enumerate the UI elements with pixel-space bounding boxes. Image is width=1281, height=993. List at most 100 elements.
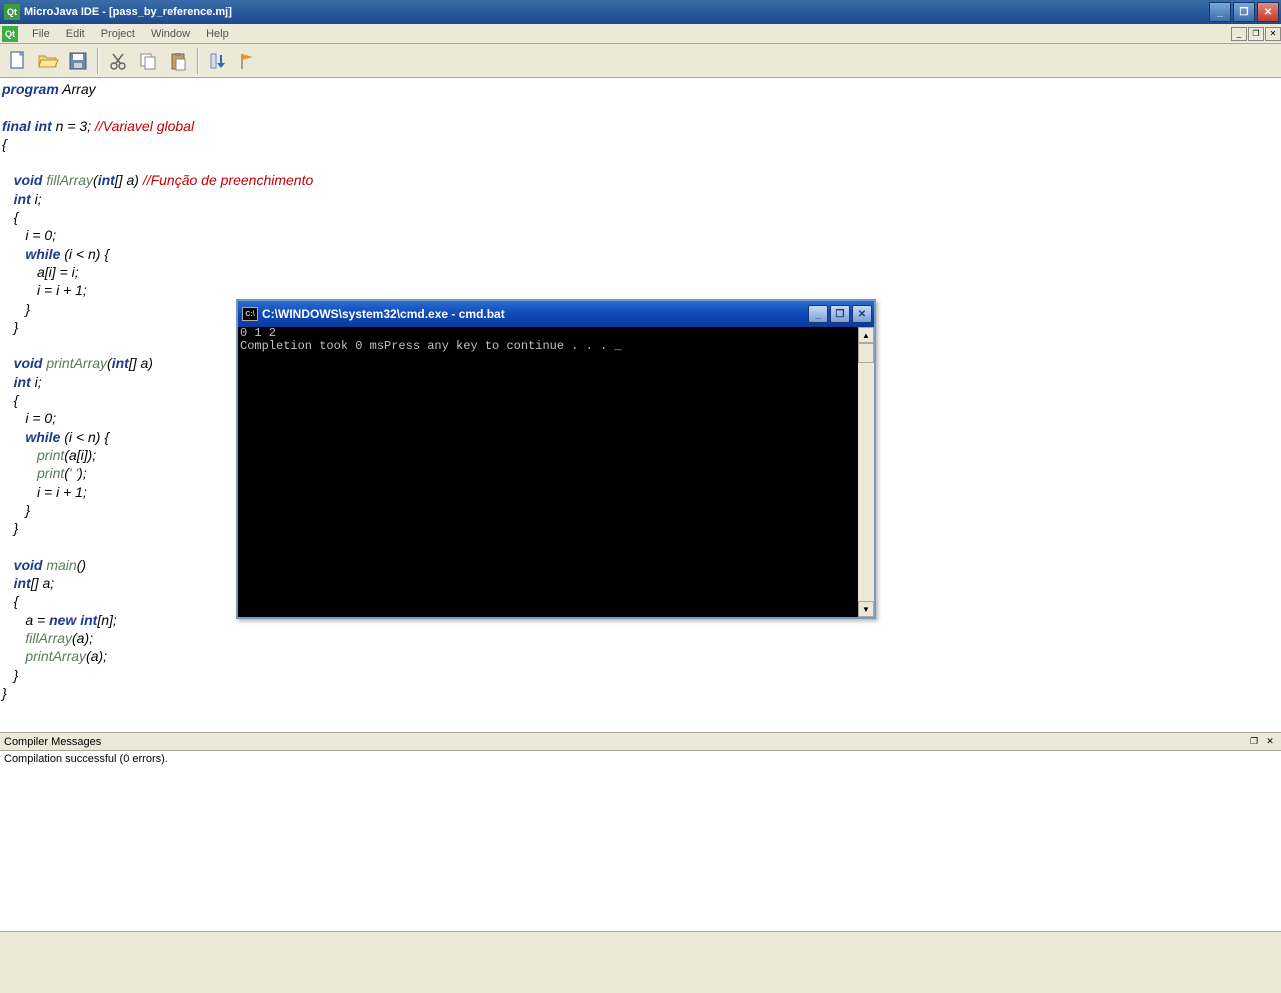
compiler-panel-restore-button[interactable]: ❐ [1247,735,1261,749]
code-text [2,630,25,646]
console-line: Completion took 0 msPress any key to con… [240,339,622,353]
code-text: i = i + 1; [2,282,87,298]
console-titlebar[interactable]: C:\ C:\WINDOWS\system32\cmd.exe - cmd.ba… [238,301,874,327]
close-button[interactable]: ✕ [1257,2,1279,22]
code-keyword: int [14,575,31,591]
code-keyword: while [25,429,60,445]
code-function: print [37,465,64,481]
minimize-button[interactable]: _ [1209,2,1231,22]
code-text [2,355,14,371]
code-text: a = [2,612,49,628]
code-string: ' ' [69,465,78,481]
toolbar [0,44,1281,78]
menubar: Qt File Edit Project Window Help _ ❐ ✕ [0,24,1281,44]
code-text: { [2,593,18,609]
code-text [2,374,14,390]
code-text: (a); [72,630,93,646]
menu-project[interactable]: Project [93,26,143,42]
console-minimize-button[interactable]: _ [808,305,828,323]
code-function: fillArray [25,630,72,646]
code-text: n = 3; [52,118,95,134]
open-folder-icon [37,51,59,71]
code-text [2,172,14,188]
paste-button[interactable] [164,47,192,75]
build-arrow-icon [208,51,228,71]
menu-help[interactable]: Help [198,26,237,42]
scroll-thumb[interactable] [858,343,874,363]
code-text: [] a; [31,575,54,591]
code-text: { [2,392,18,408]
code-function: printArray [46,355,107,371]
code-text: Array [59,81,96,97]
code-text [2,648,25,664]
copy-button[interactable] [134,47,162,75]
paste-icon [168,51,188,71]
code-keyword: void [14,557,43,573]
code-keyword: while [25,246,60,262]
mdi-minimize-button[interactable]: _ [1231,27,1247,41]
code-keyword: new int [49,612,97,628]
cut-button[interactable] [104,47,132,75]
menu-edit[interactable]: Edit [58,26,93,42]
copy-icon [138,51,158,71]
window-title: MicroJava IDE - [pass_by_reference.mj] [24,6,1209,18]
console-close-button[interactable]: ✕ [852,305,872,323]
open-file-button[interactable] [34,47,62,75]
maximize-button[interactable]: ❐ [1233,2,1255,22]
new-file-icon [8,50,28,72]
code-keyword: int [14,374,31,390]
code-text: [n]; [97,612,116,628]
run-flag-icon [238,51,258,71]
code-text: { [2,209,18,225]
code-keyword: void [14,355,43,371]
code-text: } [2,301,30,317]
code-text: () [77,557,86,573]
cmd-icon: C:\ [242,307,258,321]
console-line: 0 1 2 [240,326,276,340]
run-button[interactable] [234,47,262,75]
code-text: (a[i]); [64,447,96,463]
code-text: [] a) [129,355,153,371]
code-text: } [2,520,18,536]
save-button[interactable] [64,47,92,75]
code-text [2,575,14,591]
code-function: printArray [25,648,86,664]
console-output[interactable]: 0 1 2 Completion took 0 msPress any key … [238,327,858,617]
code-keyword: final int [2,118,52,134]
code-text [2,191,14,207]
build-button[interactable] [204,47,232,75]
code-function: print [37,447,64,463]
scroll-up-button[interactable]: ▲ [858,327,874,343]
toolbar-separator-1 [97,48,99,74]
code-text: i; [31,191,42,207]
compiler-message-line: Compilation successful (0 errors). [4,753,1277,765]
code-text: (i < n) { [60,246,109,262]
compiler-panel-title: Compiler Messages [4,736,1245,748]
mdi-restore-button[interactable]: ❐ [1248,27,1264,41]
code-text: a[i] = i; [2,264,79,280]
console-maximize-button[interactable]: ❐ [830,305,850,323]
scroll-down-button[interactable]: ▼ [858,601,874,617]
mdi-close-button[interactable]: ✕ [1265,27,1281,41]
code-text [2,465,37,481]
code-text: [] a) [115,172,143,188]
scroll-track[interactable] [858,363,874,601]
console-window: C:\ C:\WINDOWS\system32\cmd.exe - cmd.ba… [236,299,876,619]
code-text [2,447,37,463]
compiler-messages[interactable]: Compilation successful (0 errors). [0,751,1281,931]
code-text: ); [78,465,87,481]
menu-window[interactable]: Window [143,26,198,42]
code-keyword: int [112,355,129,371]
save-icon [68,51,88,71]
code-text [2,429,25,445]
menu-file[interactable]: File [24,26,58,42]
scissors-icon [108,51,128,71]
console-scrollbar[interactable]: ▲ ▼ [858,327,874,617]
console-title: C:\WINDOWS\system32\cmd.exe - cmd.bat [262,307,808,321]
code-keyword: int [98,172,115,188]
new-file-button[interactable] [4,47,32,75]
code-text: } [2,502,30,518]
code-function: fillArray [46,172,93,188]
compiler-panel-close-button[interactable]: ✕ [1263,735,1277,749]
compiler-panel: Compiler Messages ❐ ✕ Compilation succes… [0,732,1281,931]
